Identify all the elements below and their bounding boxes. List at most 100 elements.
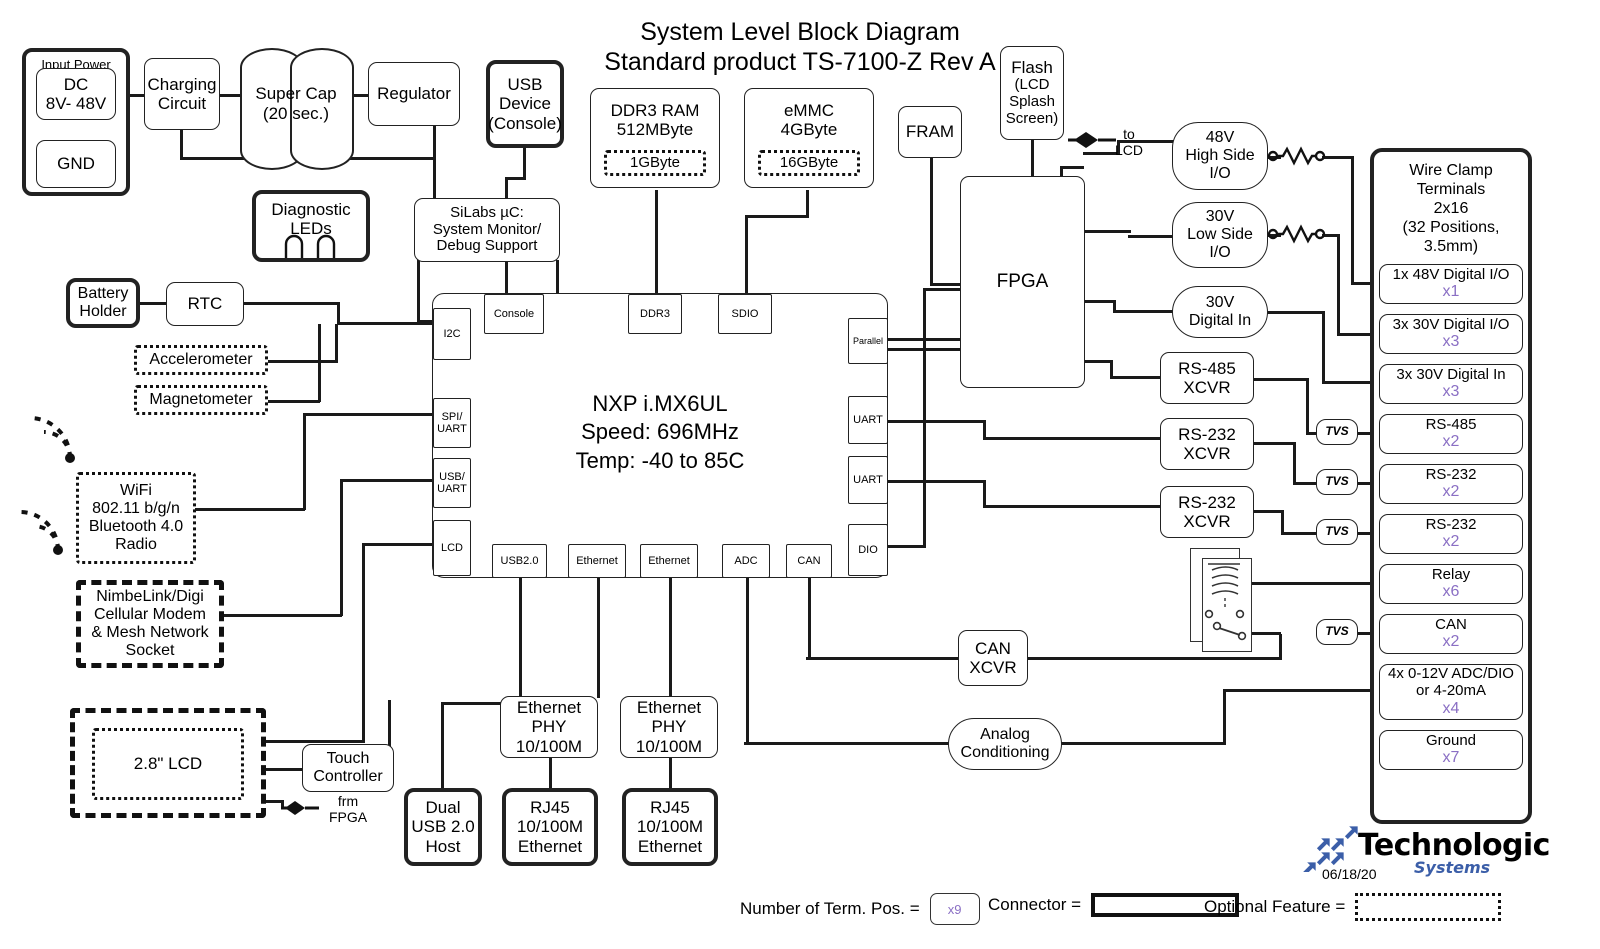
magnetometer-block: Magnetometer bbox=[134, 385, 268, 415]
terminal-row: Ground x7 bbox=[1379, 730, 1523, 770]
resistor-icon-2 bbox=[1267, 224, 1326, 244]
wire bbox=[744, 742, 950, 745]
wire bbox=[669, 578, 672, 698]
fpga-block: FPGA bbox=[960, 176, 1085, 388]
block-diagram-canvas: System Level Block Diagram Standard prod… bbox=[0, 0, 1600, 949]
wire bbox=[268, 400, 320, 403]
cpu-name: NXP i.MX6UL bbox=[592, 390, 728, 416]
wire bbox=[655, 190, 658, 295]
cpu-block: NXP i.MX6UL Speed: 696MHz Temp: -40 to 8… bbox=[432, 293, 888, 578]
wire bbox=[930, 283, 962, 286]
wire bbox=[983, 480, 986, 508]
page-title: System Level Block Diagram Standard prod… bbox=[560, 18, 1040, 77]
cpu-port-lcd: LCD bbox=[433, 520, 471, 576]
wire bbox=[265, 768, 305, 771]
wire bbox=[745, 215, 748, 295]
wire bbox=[1279, 634, 1282, 660]
dc-input-block: DC 8V- 48V bbox=[36, 68, 116, 120]
cpu-speed: Speed: 696MHz bbox=[581, 419, 739, 445]
fram-block: FRAM bbox=[898, 106, 962, 158]
legend-connector: Connector = bbox=[988, 893, 1240, 917]
analog-conditioning-block: Analog Conditioning bbox=[948, 718, 1062, 770]
wire bbox=[669, 757, 672, 791]
wire bbox=[556, 260, 559, 295]
can-xcvr-block: CAN XCVR bbox=[958, 630, 1028, 686]
legend-connector-label: Connector = bbox=[988, 895, 1082, 914]
wire bbox=[923, 290, 926, 548]
wire bbox=[746, 578, 749, 744]
frm-fpga-label: frm FPGA bbox=[328, 793, 368, 826]
wire bbox=[1083, 300, 1115, 303]
wire bbox=[1322, 156, 1354, 159]
terminal-row: 3x 30V Digital I/O x3 bbox=[1379, 314, 1523, 354]
wire bbox=[388, 700, 391, 748]
cpu-port-uart-2: UART bbox=[848, 456, 888, 504]
wire bbox=[808, 578, 811, 658]
wire bbox=[335, 324, 338, 362]
cpu-port-console: Console bbox=[484, 294, 544, 334]
wifi-antenna-icon bbox=[29, 416, 75, 463]
dc-label: DC bbox=[63, 74, 89, 94]
wire bbox=[340, 479, 437, 482]
wire bbox=[1113, 310, 1175, 313]
gnd-block: GND bbox=[36, 140, 116, 188]
wifi-bluetooth-block: WiFi 802.11 b/g/n Bluetooth 4.0 Radio bbox=[76, 472, 196, 564]
wire bbox=[1060, 166, 1084, 169]
wire bbox=[1351, 156, 1354, 284]
ethernet-phy-block-2: Ethernet PHY 10/100M bbox=[620, 696, 718, 758]
legend-optional: Optional Feature = bbox=[1204, 893, 1502, 921]
rtc-block: RTC bbox=[166, 282, 244, 326]
title-line-2: Standard product TS-7100-Z Rev A bbox=[604, 47, 996, 76]
terminal-row: RS-232 x2 bbox=[1379, 464, 1523, 504]
ethernet-phy-block-1: Ethernet PHY 10/100M bbox=[500, 696, 598, 758]
tvs-block-1: TVS bbox=[1316, 419, 1358, 445]
wire bbox=[886, 420, 986, 423]
terminal-row: 1x 48V Digital I/O x1 bbox=[1379, 264, 1523, 304]
wire bbox=[1267, 311, 1325, 314]
resistor-icon-1 bbox=[1267, 146, 1326, 166]
usb-device-console-block: USB Device (Console) bbox=[486, 60, 564, 148]
cpu-port-ethernet-1: Ethernet bbox=[568, 544, 626, 578]
wire bbox=[337, 322, 437, 325]
cpu-port-uart-1: UART bbox=[848, 396, 888, 444]
emmc-optional-capacity: 16GByte bbox=[758, 150, 860, 176]
wire bbox=[441, 702, 444, 788]
wire bbox=[745, 215, 809, 218]
cpu-port-parallel: Parallel bbox=[848, 318, 888, 364]
wire bbox=[1337, 234, 1340, 335]
bluetooth-antenna-icon bbox=[19, 510, 63, 555]
legend-optional-label: Optional Feature = bbox=[1204, 897, 1346, 916]
super-cap-block: Super Cap (20 sec.) bbox=[240, 48, 354, 170]
wire bbox=[983, 437, 1161, 440]
wire bbox=[1306, 378, 1309, 434]
wire bbox=[268, 360, 338, 363]
wire bbox=[1031, 140, 1034, 178]
terminal-row: Relay x6 bbox=[1379, 564, 1523, 604]
terminal-row: 3x 30V Digital In x3 bbox=[1379, 364, 1523, 404]
wire bbox=[806, 190, 809, 218]
wire bbox=[1083, 230, 1131, 233]
tvs-block-2: TVS bbox=[1316, 469, 1358, 495]
wire bbox=[519, 578, 522, 704]
charging-circuit-block: Charging Circuit bbox=[144, 58, 220, 130]
cpu-port-usb20: USB2.0 bbox=[492, 544, 547, 578]
logo-date: 06/18/20 bbox=[1322, 866, 1377, 882]
wire bbox=[923, 288, 963, 291]
cpu-port-ethernet-2: Ethernet bbox=[640, 544, 698, 578]
io-30v-low-side-block: 30V Low Side I/O bbox=[1172, 202, 1268, 268]
rs485-xcvr-block: RS-485 XCVR bbox=[1160, 352, 1254, 404]
legend-term-pos: Number of Term. Pos. = x9 bbox=[740, 893, 980, 925]
wire bbox=[362, 543, 437, 546]
wire bbox=[1293, 442, 1296, 484]
legend-optional-sample bbox=[1355, 893, 1502, 921]
terminal-row: RS-485 x2 bbox=[1379, 414, 1523, 454]
silabs-mcu-block: SiLabs µC: System Monitor/ Debug Support bbox=[414, 198, 560, 262]
wire bbox=[1281, 532, 1318, 535]
cpu-port-dio: DIO bbox=[848, 524, 888, 576]
wire bbox=[362, 545, 365, 743]
wire bbox=[303, 413, 437, 416]
touch-controller-block: Touch Controller bbox=[302, 744, 394, 792]
wire bbox=[523, 148, 526, 180]
wire bbox=[1223, 689, 1379, 692]
wire bbox=[1223, 690, 1226, 744]
